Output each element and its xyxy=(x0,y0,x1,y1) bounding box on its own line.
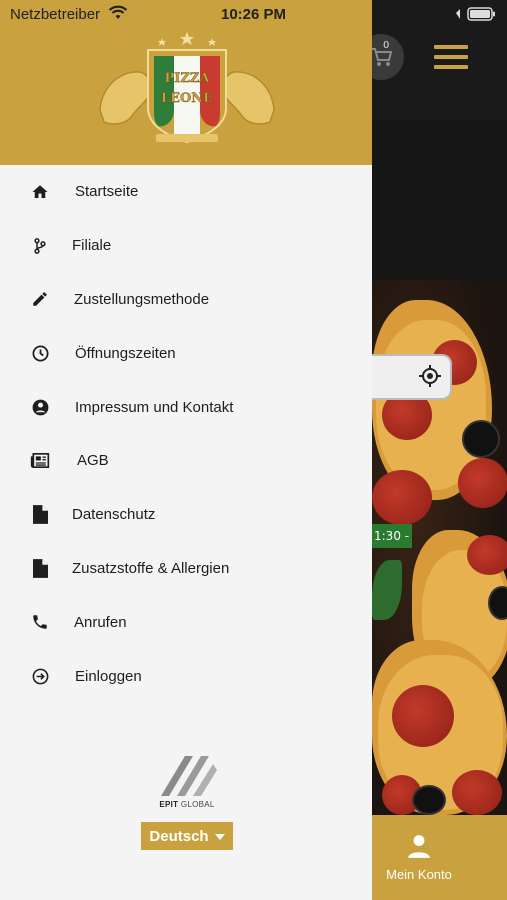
menu-item-label: AGB xyxy=(77,452,109,470)
menu-item-label: Filiale xyxy=(72,237,112,255)
menu-toggle-button[interactable] xyxy=(434,45,468,69)
hamburger-line xyxy=(434,45,468,49)
menu-item-label: Zustellungsmethode xyxy=(74,290,210,308)
status-clock: 10:26 PM xyxy=(221,6,287,23)
hamburger-line xyxy=(434,65,468,69)
drawer-menu: Startseite Filiale Zustellungsmethode Öf… xyxy=(0,165,372,703)
status-bar: Netzbetreiber 10:26 PM xyxy=(0,0,507,28)
navigation-drawer: PIZZA LEONE Startseite Filiale Zustellun… xyxy=(0,0,372,900)
carrier-name: Netzbetreiber xyxy=(10,6,101,23)
menu-item-zustellungsmethode[interactable]: Zustellungsmethode xyxy=(0,273,372,327)
pizza-leone-logo: PIZZA LEONE xyxy=(99,32,275,144)
menu-item-label: Startseite xyxy=(75,183,139,201)
pencil-icon xyxy=(30,289,50,309)
brand-bold: EPIT xyxy=(159,800,179,809)
menu-item-label: Anrufen xyxy=(74,613,127,631)
hamburger-line xyxy=(434,55,468,59)
document-icon xyxy=(30,505,50,525)
menu-item-impressum[interactable]: Impressum und Kontakt xyxy=(0,380,372,434)
epit-global-logo: EPIT GLOBAL xyxy=(155,752,219,814)
home-icon xyxy=(30,182,50,202)
clock-icon xyxy=(30,343,50,363)
account-circle-icon xyxy=(30,397,50,417)
cart-count-badge: 0 xyxy=(383,40,390,51)
tab-account-label: Mein Konto xyxy=(386,867,452,882)
menu-item-einloggen[interactable]: Einloggen xyxy=(0,649,372,703)
brand-light: GLOBAL xyxy=(180,800,215,809)
login-icon xyxy=(30,666,50,686)
branch-icon xyxy=(30,236,50,256)
menu-item-anrufen[interactable]: Anrufen xyxy=(0,595,372,649)
locate-icon[interactable] xyxy=(418,364,442,388)
opening-time-tag: 1:30 - xyxy=(372,524,412,548)
menu-item-datenschutz[interactable]: Datenschutz xyxy=(0,488,372,542)
document-icon xyxy=(30,558,50,578)
phone-icon xyxy=(30,612,50,632)
menu-item-agb[interactable]: AGB xyxy=(0,434,372,488)
svg-text:PIZZA: PIZZA xyxy=(165,71,211,86)
menu-item-startseite[interactable]: Startseite xyxy=(0,165,372,219)
cart-icon xyxy=(371,48,393,66)
menu-item-label: Zusatzstoffe & Allergien xyxy=(72,559,230,577)
menu-item-filiale[interactable]: Filiale xyxy=(0,219,372,273)
user-icon xyxy=(408,835,430,858)
menu-item-zusatzstoffe[interactable]: Zusatzstoffe & Allergien xyxy=(0,542,372,596)
menu-item-oeffnungszeiten[interactable]: Öffnungszeiten xyxy=(0,326,372,380)
wifi-icon xyxy=(108,5,128,19)
epit-logo-mark xyxy=(161,756,217,796)
svg-text:LEONE: LEONE xyxy=(161,91,213,106)
language-select[interactable]: Deutsch xyxy=(141,822,233,850)
battery-icon xyxy=(456,7,495,21)
menu-item-label: Datenschutz xyxy=(72,506,156,524)
caret-down-icon xyxy=(214,834,225,840)
menu-item-label: Öffnungszeiten xyxy=(75,344,176,362)
tab-account[interactable]: Mein Konto xyxy=(372,815,466,900)
menu-item-label: Einloggen xyxy=(75,667,142,685)
language-label: Deutsch xyxy=(149,827,209,845)
newspaper-icon xyxy=(30,451,50,471)
brand-text: EPIT GLOBAL xyxy=(155,800,219,809)
menu-item-label: Impressum und Kontakt xyxy=(75,398,234,416)
